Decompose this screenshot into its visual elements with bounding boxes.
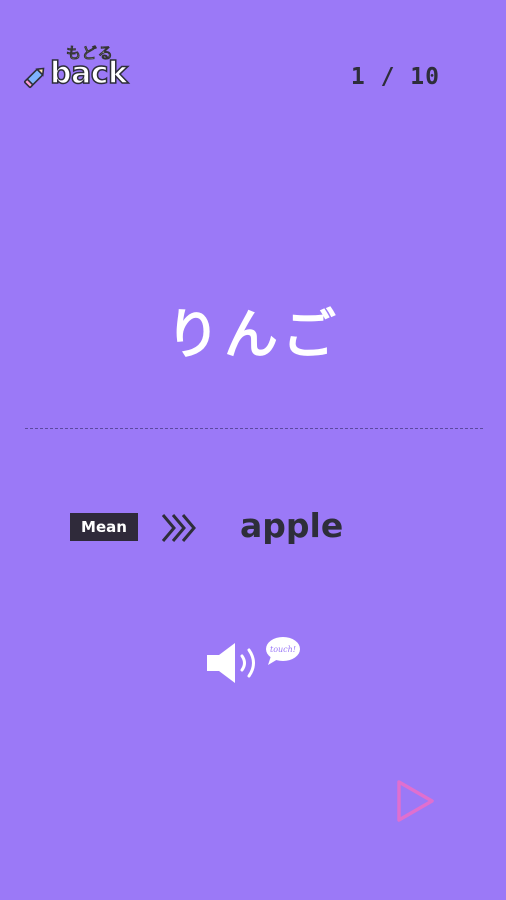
play-sound-button[interactable]: touch!: [205, 636, 305, 688]
play-triangle-icon[interactable]: [394, 778, 436, 824]
pencil-icon: [24, 67, 45, 88]
mean-badge: Mean: [70, 513, 138, 541]
flashcard-word: りんご: [166, 303, 340, 366]
touch-label: touch!: [269, 645, 297, 654]
progress-counter: 1 / 10: [350, 64, 440, 90]
speaker-icon: [207, 643, 255, 683]
meaning-text: apple: [240, 506, 344, 545]
card-divider: [25, 428, 483, 429]
chevrons-right-icon: [161, 514, 196, 542]
back-word-label: back: [49, 55, 128, 92]
back-button[interactable]: もどる back: [20, 42, 150, 102]
